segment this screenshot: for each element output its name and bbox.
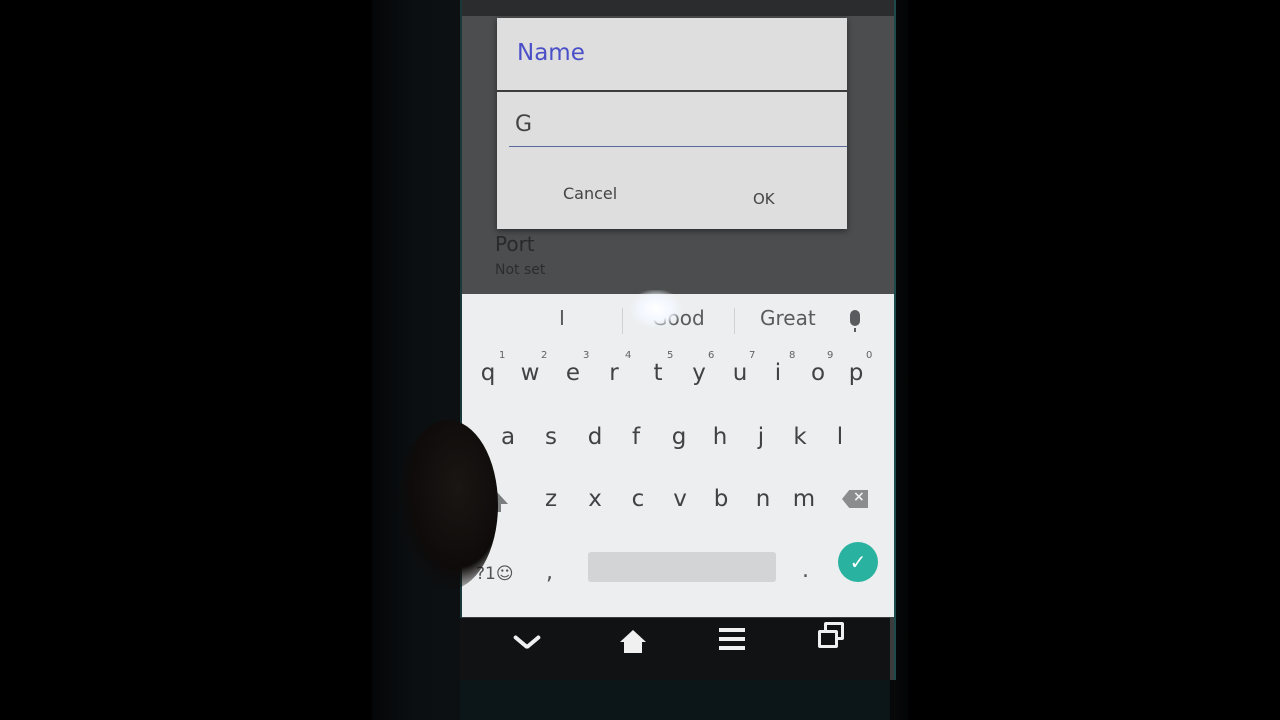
suggestion-2[interactable]: Good	[652, 306, 705, 330]
key-j[interactable]: j	[745, 424, 777, 450]
name-input[interactable]	[509, 102, 847, 147]
on-screen-keyboard: I Good Great 1 q 2 w 3 e 4 r 5 t 6 y 7 u…	[462, 294, 894, 617]
suggestion-divider	[734, 308, 735, 334]
menu-icon[interactable]	[719, 628, 745, 650]
phone-screen: Port Not set Name Cancel OK I Good Great…	[460, 0, 896, 680]
video-frame: Port Not set Name Cancel OK I Good Great…	[0, 0, 1280, 720]
setting-port-label[interactable]: Port	[495, 232, 535, 256]
key-x[interactable]: x	[579, 486, 611, 512]
key-f[interactable]: f	[620, 424, 652, 450]
symbols-key[interactable]: ?1☺	[476, 564, 514, 584]
key-a[interactable]: a	[492, 424, 524, 450]
suggestion-divider	[622, 308, 623, 334]
key-z[interactable]: z	[535, 486, 567, 512]
dialog-title: Name	[517, 40, 585, 66]
suggestion-strip: I Good Great	[462, 294, 894, 346]
key-u[interactable]: u	[724, 360, 756, 386]
key-w[interactable]: w	[514, 360, 546, 386]
key-k[interactable]: k	[784, 424, 816, 450]
key-i[interactable]: i	[762, 360, 794, 386]
shift-icon[interactable]	[484, 492, 508, 514]
key-b[interactable]: b	[705, 486, 737, 512]
home-icon[interactable]	[620, 630, 646, 654]
navigation-bar	[460, 618, 890, 680]
key-e[interactable]: e	[557, 360, 589, 386]
suggestion-3[interactable]: Great	[760, 306, 816, 330]
dialog-divider	[497, 90, 847, 92]
phone-bezel-bottom	[460, 680, 890, 720]
key-s[interactable]: s	[535, 424, 567, 450]
key-comma[interactable]: ,	[546, 560, 553, 585]
key-g[interactable]: g	[663, 424, 695, 450]
cancel-button[interactable]: Cancel	[563, 184, 617, 203]
key-v[interactable]: v	[664, 486, 696, 512]
suggestion-1[interactable]: I	[559, 306, 565, 330]
key-t[interactable]: t	[642, 360, 674, 386]
ok-button[interactable]: OK	[753, 190, 775, 208]
recent-apps-icon[interactable]	[818, 622, 844, 648]
chevron-down-icon[interactable]	[512, 628, 540, 656]
backspace-icon[interactable]: ×	[842, 490, 868, 508]
key-n[interactable]: n	[747, 486, 779, 512]
enter-key[interactable]: ✓	[838, 542, 878, 582]
key-m[interactable]: m	[788, 486, 820, 512]
mic-icon[interactable]	[850, 310, 860, 332]
key-q[interactable]: q	[472, 360, 504, 386]
key-o[interactable]: o	[802, 360, 834, 386]
key-d[interactable]: d	[579, 424, 611, 450]
space-bar[interactable]	[588, 552, 776, 582]
key-y[interactable]: y	[683, 360, 715, 386]
key-r[interactable]: r	[598, 360, 630, 386]
name-dialog: Name Cancel OK	[497, 18, 847, 229]
status-bar	[462, 0, 894, 16]
key-c[interactable]: c	[622, 486, 654, 512]
key-p[interactable]: p	[840, 360, 872, 386]
key-h[interactable]: h	[704, 424, 736, 450]
key-l[interactable]: l	[824, 424, 856, 450]
setting-port-value: Not set	[495, 262, 546, 278]
key-period[interactable]: .	[802, 558, 809, 583]
